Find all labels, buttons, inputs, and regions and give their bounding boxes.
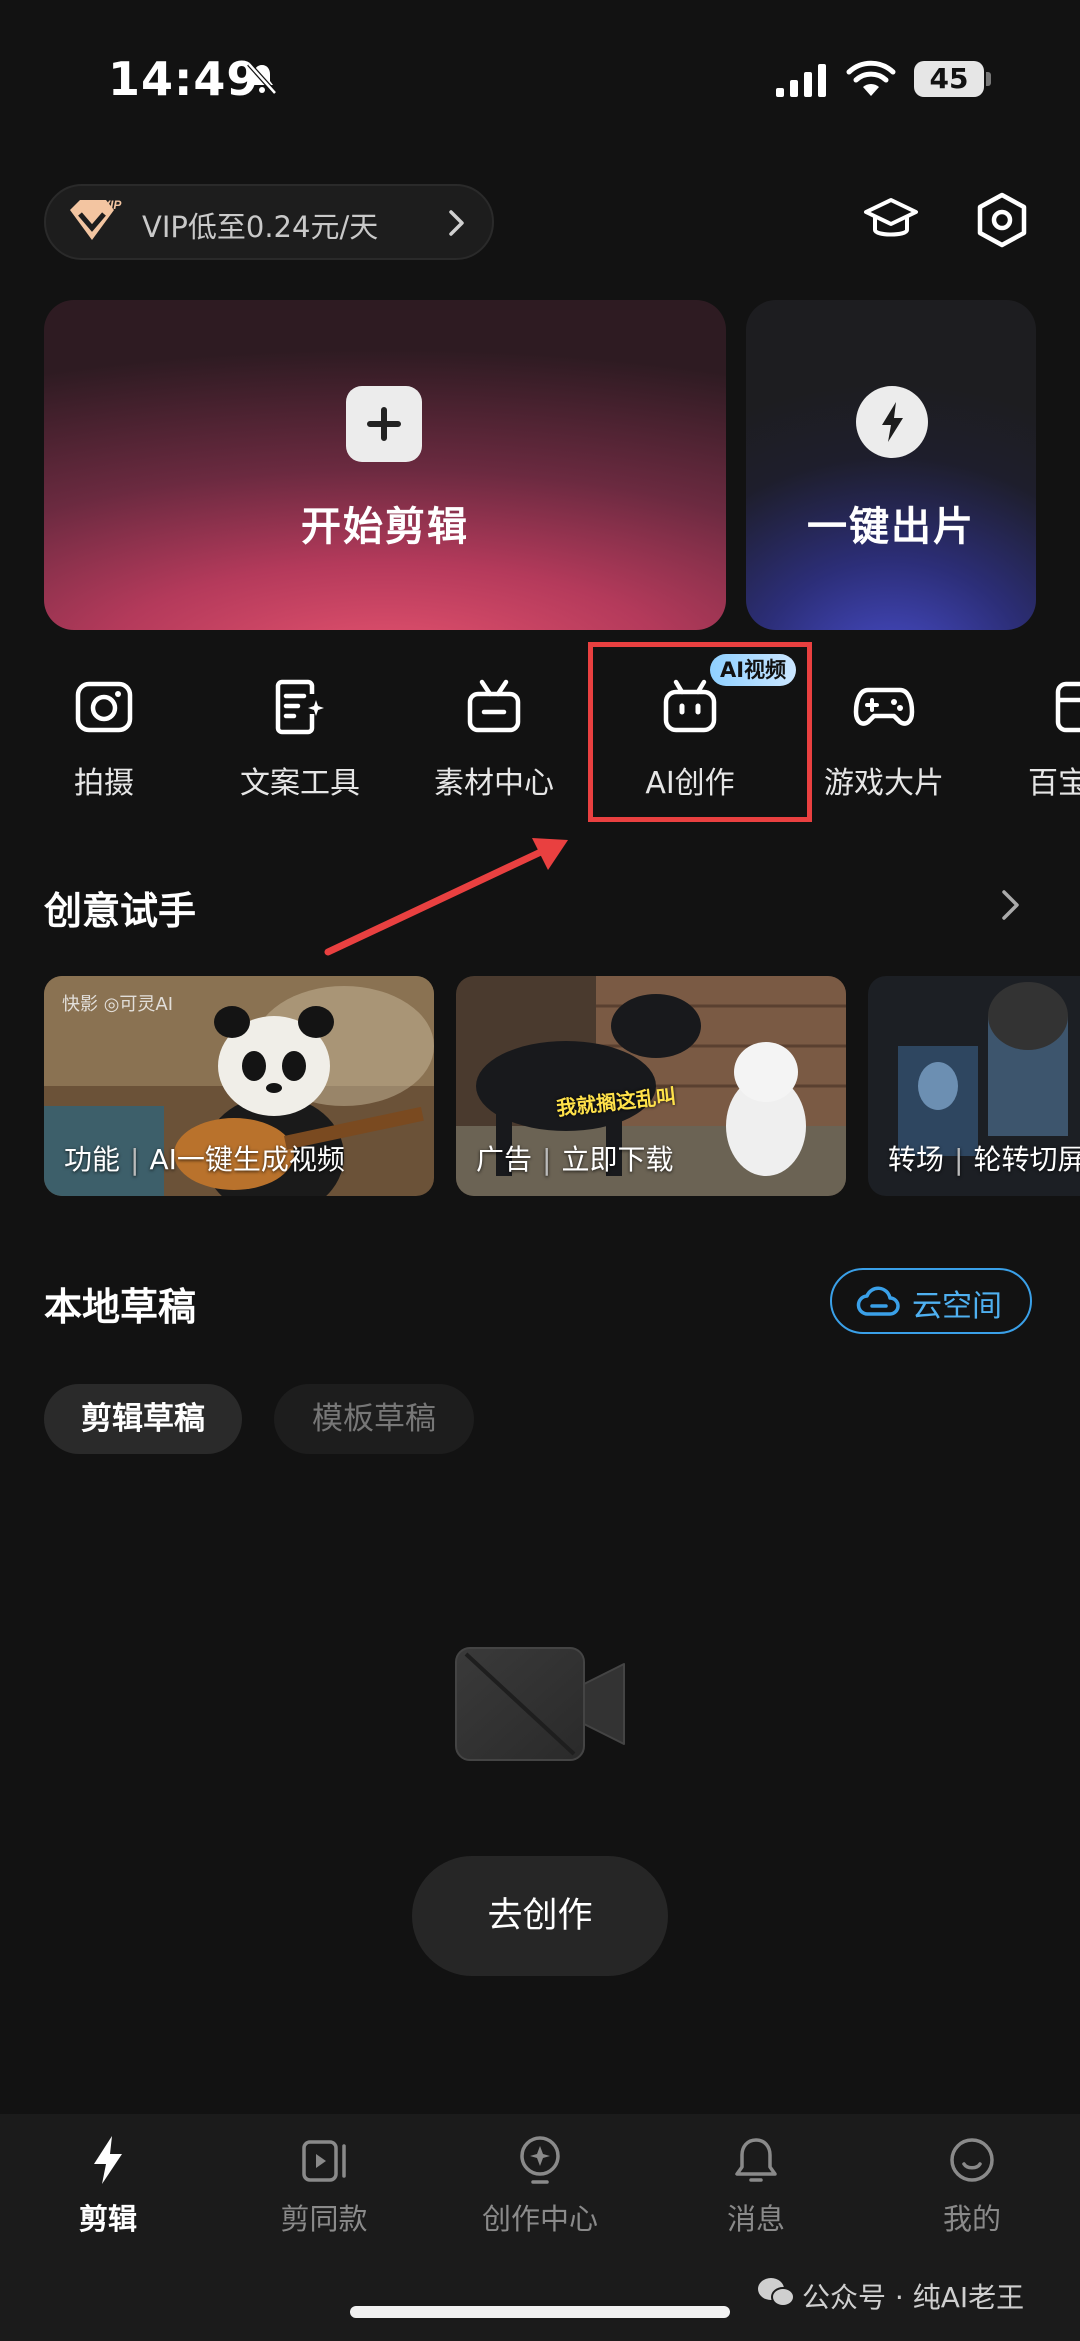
bulb-icon bbox=[520, 2136, 560, 2184]
chevron-right-icon bbox=[449, 210, 464, 236]
material-icon bbox=[467, 679, 521, 733]
tool-label-shoot: 拍摄 bbox=[74, 766, 134, 801]
status-time: 14:49 bbox=[108, 52, 260, 106]
bell-icon bbox=[735, 2138, 777, 2182]
plus-icon bbox=[346, 386, 422, 462]
one-click-card[interactable] bbox=[746, 300, 1036, 630]
creative-card-caption: 广告 | 立即下载 bbox=[476, 1143, 674, 1176]
creative-card-caption: 转场 | 轮转切屏 bbox=[888, 1138, 1080, 1178]
watermark-text: 公众号 · 纯AI老王 bbox=[802, 2281, 1025, 2314]
nav-label-creator-center: 创作中心 bbox=[481, 2202, 598, 2236]
caption-title: AI一键生成视频 bbox=[149, 1143, 345, 1176]
one-click-label: 一键出片 bbox=[807, 504, 975, 550]
caption-tag: 广告 bbox=[476, 1143, 533, 1176]
caption-title: 轮转切屏 bbox=[973, 1143, 1080, 1176]
tool-script[interactable]: 文案工具 bbox=[202, 664, 398, 814]
gamepad-icon bbox=[853, 687, 915, 726]
start-edit-card[interactable] bbox=[44, 300, 726, 630]
tool-toolbox[interactable]: 百宝箱 bbox=[980, 664, 1080, 814]
video-camera-icon bbox=[455, 1647, 625, 1761]
home-indicator[interactable] bbox=[350, 2306, 730, 2318]
tool-shoot[interactable]: 拍摄 bbox=[6, 664, 202, 814]
tool-label-toolbox: 百宝箱 bbox=[1028, 766, 1080, 801]
creative-card-panda[interactable]: 快影 ◎可灵AI 功能 | AI一键生成视频 bbox=[44, 976, 434, 1196]
battery-tip bbox=[986, 72, 991, 86]
graduation-cap-icon[interactable] bbox=[862, 190, 920, 250]
creative-section-title: 创意试手 bbox=[44, 889, 197, 933]
vip-diamond-icon: VIP bbox=[70, 198, 122, 240]
tool-label-game: 游戏大片 bbox=[824, 766, 944, 801]
caption-title: 立即下载 bbox=[561, 1143, 674, 1176]
nav-creator-center[interactable]: 创作中心 bbox=[432, 2130, 648, 2250]
nav-edit[interactable]: 剪辑 bbox=[0, 2130, 216, 2250]
nav-profile[interactable]: 我的 bbox=[864, 2130, 1080, 2250]
nav-label-edit: 剪辑 bbox=[78, 2202, 137, 2236]
creative-card-caption: 功能 | AI一键生成视频 bbox=[64, 1143, 345, 1176]
nav-template[interactable]: 剪同款 bbox=[216, 2130, 432, 2250]
annotation-arrow bbox=[324, 838, 568, 956]
script-icon bbox=[275, 679, 324, 735]
highlight-box bbox=[588, 642, 812, 822]
nav-messages[interactable]: 消息 bbox=[648, 2130, 864, 2250]
start-edit-label: 开始剪辑 bbox=[301, 504, 469, 550]
battery-indicator: 45 bbox=[914, 61, 984, 97]
go-create-button[interactable]: 去创作 bbox=[412, 1856, 668, 1976]
bolt-icon bbox=[856, 386, 928, 458]
vip-badge-text: VIP bbox=[102, 198, 122, 212]
nav-label-profile: 我的 bbox=[942, 2202, 1001, 2236]
bolt-icon bbox=[94, 2136, 122, 2184]
toolbox-icon bbox=[1055, 681, 1080, 733]
tab-edit-drafts[interactable]: 剪辑草稿 bbox=[44, 1384, 242, 1454]
cloud-icon bbox=[856, 1286, 900, 1316]
tool-label-script: 文案工具 bbox=[240, 766, 360, 801]
chevron-right-icon[interactable] bbox=[1000, 888, 1022, 922]
cloud-space-label: 云空间 bbox=[912, 1289, 1002, 1324]
bell-muted-icon bbox=[247, 62, 277, 95]
tool-material[interactable]: 素材中心 bbox=[396, 664, 592, 814]
thumb-logo: 快影 ◎可灵AI bbox=[62, 994, 174, 1015]
tab-template-drafts[interactable]: 模板草稿 bbox=[274, 1384, 474, 1454]
settings-icon[interactable] bbox=[972, 190, 1032, 250]
vip-promo-text: VIP低至0.24元/天 bbox=[142, 210, 379, 244]
nav-label-messages: 消息 bbox=[726, 2202, 785, 2236]
caption-tag: 转场 bbox=[888, 1143, 945, 1176]
creative-card-transition[interactable]: 转场 | 轮转切屏 bbox=[868, 976, 1080, 1196]
template-icon bbox=[302, 2140, 346, 2182]
creative-card-dog[interactable]: 我就搁这乱叫 广告 | 立即下载 bbox=[456, 976, 846, 1196]
tool-game[interactable]: 游戏大片 bbox=[786, 664, 982, 814]
nav-label-template: 剪同款 bbox=[280, 2202, 368, 2236]
signal-icon bbox=[776, 64, 826, 97]
tool-label-material: 素材中心 bbox=[434, 766, 554, 801]
wifi-icon bbox=[846, 60, 896, 96]
drafts-section-title: 本地草稿 bbox=[44, 1285, 197, 1329]
smile-icon bbox=[950, 2138, 994, 2182]
camera-icon bbox=[75, 681, 133, 733]
wechat-icon bbox=[758, 2278, 795, 2307]
caption-tag: 功能 bbox=[64, 1143, 121, 1176]
